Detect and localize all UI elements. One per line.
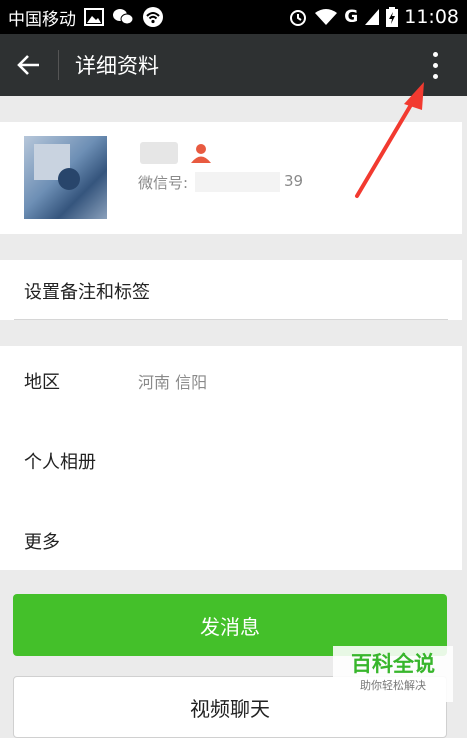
person-icon [191,144,211,163]
watermark-subtitle: 助你轻松解决 [360,679,426,692]
network-type: G [344,7,359,27]
wechat-id-suffix: 39 [284,172,304,190]
title-bar: 详细资料 [0,34,467,96]
divider [14,319,448,320]
more-label: 更多 [24,532,60,553]
nickname-redacted [140,142,178,164]
divider [58,50,59,80]
watermark-title: 百科全说 [351,652,435,676]
wechat-id-redacted [195,172,280,192]
wechat-id-label: 微信号: [138,174,189,192]
set-remark-tags-row[interactable]: 设置备注和标签 [0,260,462,320]
avatar[interactable] [24,136,107,219]
carrier-name: 中国移动 [8,9,76,30]
more-vertical-icon [432,51,438,57]
image-icon [84,8,104,26]
alarm-icon [290,10,307,26]
set-remark-tags-label: 设置备注和标签 [24,282,150,303]
wifi-hotspot-icon [143,7,163,27]
arrow-left-icon [17,55,39,75]
battery-icon [386,7,399,27]
info-section: 地区 河南 信阳 个人相册 更多 [0,346,462,570]
wechat-icon [113,9,134,25]
region-value: 河南 信阳 [138,373,208,392]
profile-card[interactable]: 微信号: 39 [0,122,462,234]
personal-album-label: 个人相册 [24,452,96,473]
region-label: 地区 [24,372,60,393]
page-title: 详细资料 [75,54,159,78]
watermark-logo: 百科全说 助你轻松解决 [333,646,453,702]
more-row[interactable]: 更多 [0,498,462,570]
avatar-figure [58,168,80,190]
clock: 11:08 [404,6,459,28]
personal-album-row[interactable]: 个人相册 [0,420,462,498]
wifi-icon [315,9,338,25]
status-bar: 中国移动 G 11:08 [0,0,467,34]
region-row: 地区 河南 信阳 [0,346,462,420]
more-options-button[interactable] [423,48,447,82]
signal-icon [365,9,380,25]
back-button[interactable] [0,34,58,96]
